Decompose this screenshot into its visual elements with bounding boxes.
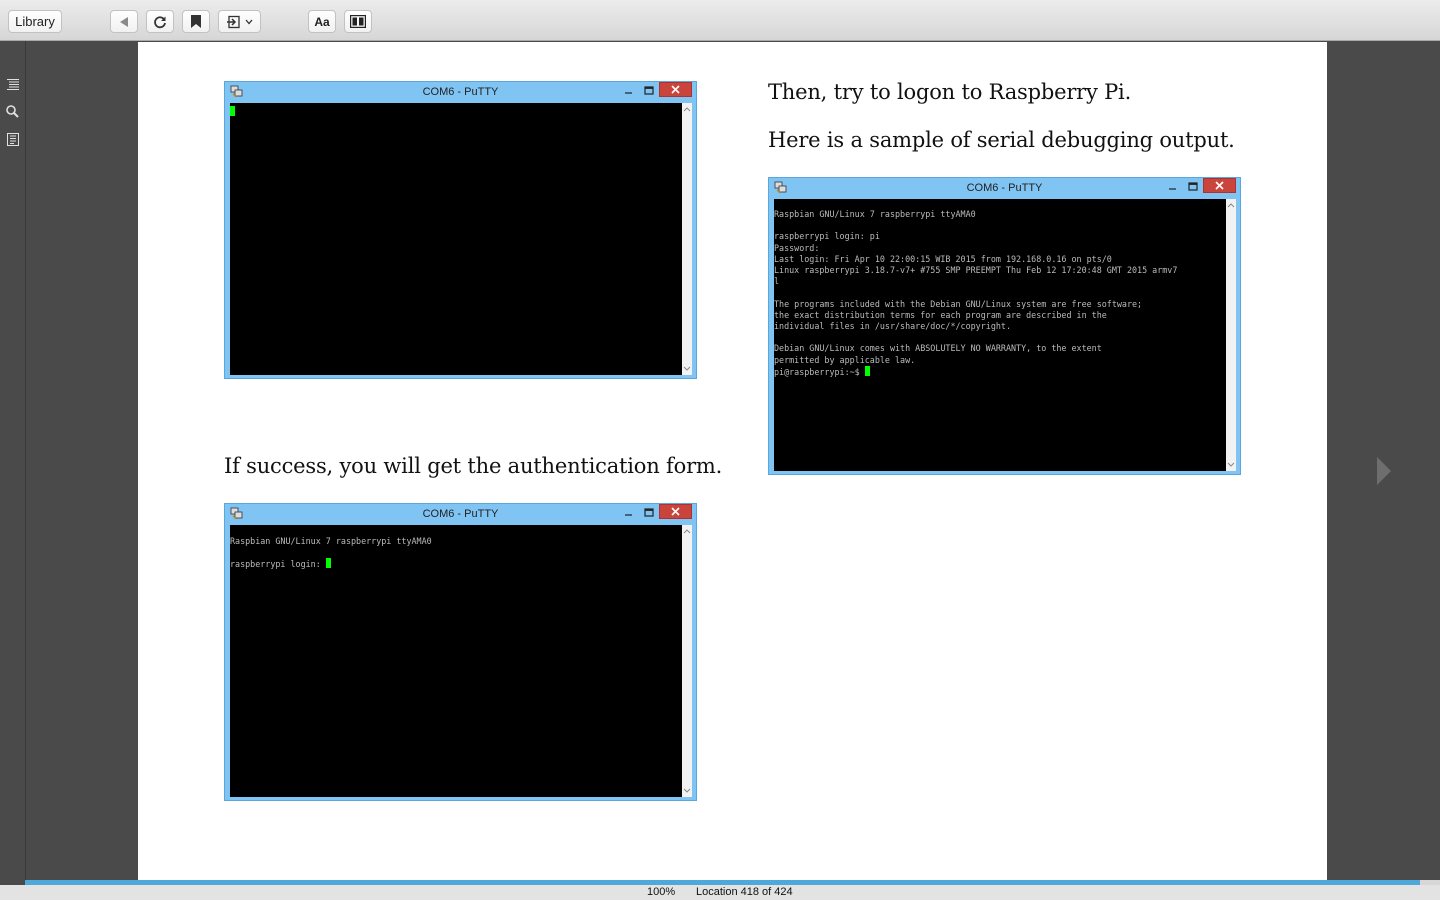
chevron-down-icon (245, 19, 252, 24)
status-bar: 100% Location 418 of 424 (0, 885, 1440, 900)
notes-icon (6, 133, 19, 146)
toolbar: Library Aa (0, 0, 1440, 41)
terminal-screen[interactable]: Raspbian GNU/Linux 7 raspberrypi ttyAMA0… (774, 199, 1226, 471)
terminal-cursor (325, 558, 331, 569)
zoom-level: 100% (647, 886, 676, 898)
close-button[interactable] (1203, 178, 1236, 193)
next-page-icon[interactable] (1374, 456, 1394, 486)
scrollbar[interactable] (1226, 199, 1236, 471)
paragraph-auth-form: If success, you will get the authenticat… (224, 454, 723, 478)
toc-button[interactable] (4, 75, 21, 92)
font-settings-button[interactable]: Aa (308, 10, 336, 33)
goto-icon (226, 15, 240, 28)
search-icon (6, 105, 19, 118)
scroll-up-icon (683, 529, 691, 534)
terminal-screen[interactable]: Raspbian GNU/Linux 7 raspberrypi ttyAMA0… (230, 525, 682, 797)
minimize-icon[interactable] (1163, 179, 1183, 195)
scrollbar[interactable] (682, 103, 692, 375)
toc-icon (6, 78, 19, 90)
terminal-cursor (864, 365, 870, 376)
maximize-icon[interactable] (639, 83, 659, 99)
scroll-up-icon (1227, 203, 1235, 208)
terminal-cursor (230, 106, 235, 116)
library-button[interactable]: Library (8, 10, 62, 33)
putty-window-debug-output: COM6 - PuTTY Raspbian GNU/Linux 7 raspbe… (768, 177, 1241, 475)
notes-button[interactable] (4, 131, 21, 148)
putty-titlebar: COM6 - PuTTY (225, 504, 696, 525)
close-icon (671, 507, 680, 516)
close-icon (671, 85, 680, 94)
back-icon (120, 16, 128, 27)
putty-window-login: COM6 - PuTTY Raspbian GNU/Linux 7 raspbe… (224, 503, 697, 801)
terminal-screen[interactable] (230, 103, 682, 375)
minimize-icon[interactable] (619, 505, 639, 521)
paragraph-sample-output: Here is a sample of serial debugging out… (768, 128, 1235, 152)
close-button[interactable] (659, 82, 692, 97)
putty-titlebar: COM6 - PuTTY (769, 178, 1240, 199)
refresh-icon (154, 15, 166, 28)
bookmark-icon (191, 15, 201, 28)
putty-window-empty: COM6 - PuTTY (224, 81, 697, 379)
minimize-icon[interactable] (619, 83, 639, 99)
terminal-text (230, 103, 682, 118)
scroll-down-icon (1227, 462, 1235, 467)
search-button[interactable] (4, 103, 21, 120)
bookmark-button[interactable] (182, 10, 210, 33)
scrollbar[interactable] (682, 525, 692, 797)
maximize-icon[interactable] (1183, 179, 1203, 195)
scroll-up-icon (683, 107, 691, 112)
refresh-button[interactable] (146, 10, 174, 33)
maximize-icon[interactable] (639, 505, 659, 521)
paragraph-logon: Then, try to logon to Raspberry Pi. (768, 80, 1132, 104)
back-button[interactable] (110, 10, 138, 33)
terminal-text: Raspbian GNU/Linux 7 raspberrypi ttyAMA0… (774, 209, 1178, 377)
close-button[interactable] (659, 504, 692, 519)
location-indicator: Location 418 of 424 (696, 886, 793, 898)
close-icon (1215, 181, 1224, 190)
scroll-down-icon (683, 366, 691, 371)
sidebar (0, 41, 26, 887)
layout-button[interactable] (344, 10, 372, 33)
scroll-down-icon (683, 788, 691, 793)
putty-titlebar: COM6 - PuTTY (225, 82, 696, 103)
terminal-text: Raspbian GNU/Linux 7 raspberrypi ttyAMA0… (230, 536, 432, 570)
book-page: COM6 - PuTTY Then, try to logon to Raspb… (138, 42, 1327, 880)
layout-icon (350, 15, 366, 28)
goto-button[interactable] (218, 10, 261, 33)
